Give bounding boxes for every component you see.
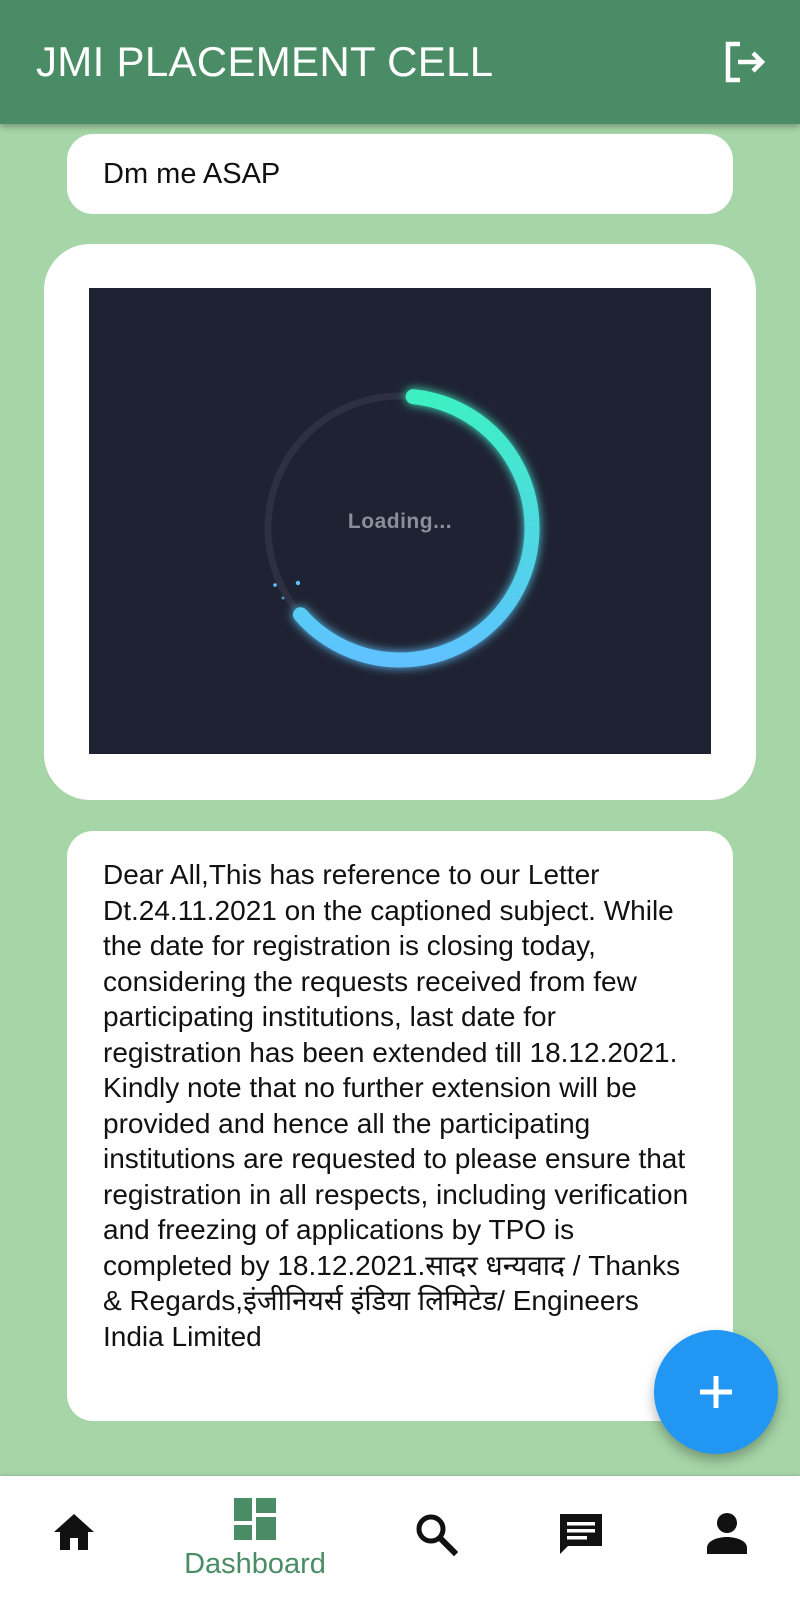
post-card[interactable]: Dm me ASAP — [67, 134, 733, 214]
post-text: Dm me ASAP — [103, 157, 281, 190]
app-bar: JMI PLACEMENT CELL — [0, 0, 800, 124]
home-icon — [54, 1514, 94, 1550]
add-post-button[interactable] — [654, 1330, 778, 1454]
person-icon — [707, 1513, 747, 1554]
logout-button[interactable] — [718, 36, 770, 88]
post-image: Loading... — [89, 288, 711, 754]
search-icon — [416, 1514, 458, 1556]
nav-home[interactable] — [40, 1476, 108, 1600]
post-card-media[interactable]: Loading... — [44, 244, 756, 800]
app-title: JMI PLACEMENT CELL — [36, 38, 494, 85]
nav-dashboard-label: Dashboard — [184, 1548, 326, 1580]
nav-profile[interactable] — [693, 1476, 761, 1600]
chat-icon — [560, 1514, 602, 1554]
post-feed: Dm me ASAP Loading... Dear All,This has … — [0, 124, 800, 1474]
dashboard-icon — [234, 1498, 276, 1540]
logout-icon — [725, 41, 766, 83]
post-text: Dear All,This has reference to our Lette… — [103, 859, 689, 1352]
loading-label: Loading... — [347, 510, 453, 533]
nav-dashboard[interactable]: Dashboard — [160, 1476, 350, 1600]
post-card[interactable]: Dear All,This has reference to our Lette… — [67, 831, 733, 1421]
nav-chat[interactable] — [547, 1476, 615, 1600]
nav-search[interactable] — [402, 1476, 470, 1600]
bottom-navigation: Dashboard — [0, 1476, 800, 1600]
plus-icon — [700, 1376, 732, 1408]
